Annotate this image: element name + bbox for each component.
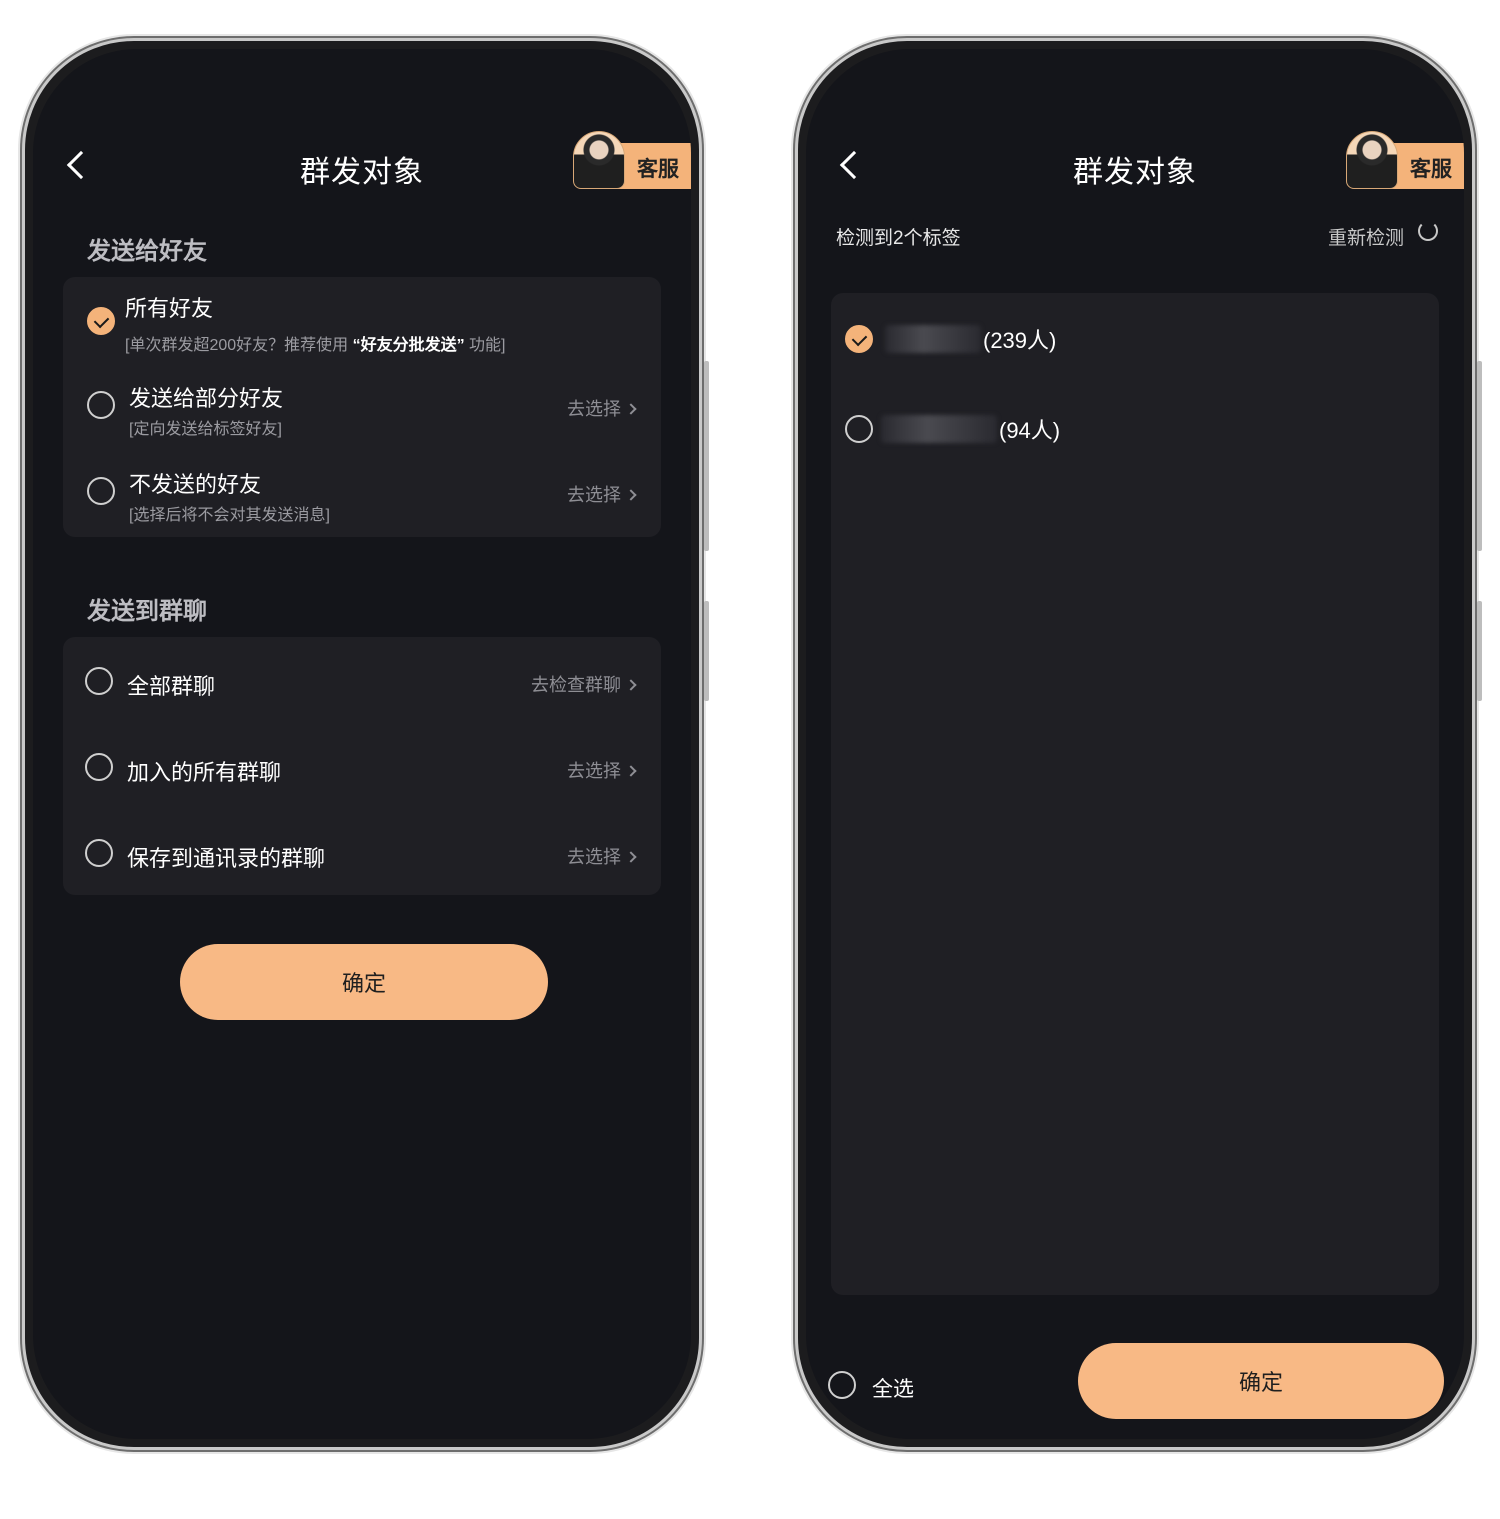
avatar [1346,131,1398,189]
side-button [1477,601,1482,701]
option-excluded-friends[interactable]: 不发送的好友 [选择后将不会对其发送消息] 去选择 [63,455,661,535]
radio-button[interactable] [828,1371,856,1399]
choose-link[interactable]: 去选择 [567,395,637,421]
tag-row[interactable]: (94人) [831,401,1439,461]
option-label: 全部群聊 [127,674,216,699]
chevron-right-icon [625,489,637,501]
choose-link[interactable]: 去选择 [567,481,637,507]
tag-list-card: (239人) (94人) [831,293,1439,1295]
phone-frame-right: 群发对象 客服 检测到2个标签 重新检测 (239人) (94人) 全选 确定 [795,38,1482,1450]
option-label: 不发送的好友 [129,472,262,497]
confirm-button[interactable]: 确定 [180,944,548,1020]
radio-button[interactable] [845,415,873,443]
radio-button[interactable] [87,391,115,419]
radio-button[interactable] [85,667,113,695]
select-all-label: 全选 [872,1378,914,1401]
detect-text: 检测到2个标签 [836,228,961,249]
option-label: 所有好友 [125,296,214,321]
radio-button[interactable] [85,753,113,781]
screen-right: 群发对象 客服 检测到2个标签 重新检测 (239人) (94人) 全选 确定 [806,49,1464,1439]
top-bar: 群发对象 客服 [33,131,691,201]
customer-service-button[interactable]: 客服 [1346,131,1464,189]
choose-link[interactable]: 去选择 [567,843,637,869]
side-button [704,361,709,551]
check-groups-link[interactable]: 去检查群聊 [531,671,637,697]
chevron-right-icon [625,851,637,863]
chevron-right-icon [625,403,637,415]
tag-name-redacted [885,325,981,353]
refresh-icon[interactable] [1418,221,1438,241]
select-all-control[interactable]: 全选 [826,1367,946,1403]
side-button [1477,361,1482,551]
chevron-right-icon [625,679,637,691]
option-hint: [定向发送给标签好友] [129,421,282,438]
option-label: 保存到通讯录的群聊 [127,846,326,871]
tag-count: (239人) [983,328,1057,353]
check-icon[interactable] [845,325,873,353]
redetect-button[interactable]: 重新检测 [1328,223,1404,250]
radio-button[interactable] [85,839,113,867]
option-some-friends[interactable]: 发送给部分好友 [定向发送给标签好友] 去选择 [63,369,661,449]
option-all-friends[interactable]: 所有好友 [单次群发超200好友？推荐使用 “好友分批发送” 功能] [63,277,661,357]
side-button [704,601,709,701]
option-saved-groups[interactable]: 保存到通讯录的群聊 去选择 [63,813,661,893]
choose-link[interactable]: 去选择 [567,757,637,783]
confirm-button[interactable]: 确定 [1078,1343,1444,1419]
option-label: 发送给部分好友 [129,386,284,411]
detect-bar: 检测到2个标签 重新检测 [836,215,1438,255]
customer-service-label: 客服 [637,158,679,181]
radio-button[interactable] [87,477,115,505]
section-title-groups: 发送到群聊 [87,598,207,625]
tag-count: (94人) [999,418,1061,443]
tag-name-redacted [881,415,997,443]
chevron-right-icon [625,765,637,777]
option-joined-groups[interactable]: 加入的所有群聊 去选择 [63,727,661,807]
avatar [573,131,625,189]
phone-frame-left: 群发对象 客服 发送给好友 所有好友 [单次群发超200好友？推荐使用 “好友分… [22,38,709,1450]
customer-service-label: 客服 [1410,158,1452,181]
top-bar: 群发对象 客服 [806,131,1464,201]
option-hint: [选择后将不会对其发送消息] [129,507,330,524]
tag-row[interactable]: (239人) [831,311,1439,371]
screen-left: 群发对象 客服 发送给好友 所有好友 [单次群发超200好友？推荐使用 “好友分… [33,49,691,1439]
option-all-groups[interactable]: 全部群聊 去检查群聊 [63,641,661,721]
section-title-friends: 发送给好友 [87,238,207,265]
check-icon[interactable] [87,307,115,335]
friends-card: 所有好友 [单次群发超200好友？推荐使用 “好友分批发送” 功能] 发送给部分… [63,277,661,537]
option-hint: [单次群发超200好友？推荐使用 “好友分批发送” 功能] [125,337,506,354]
option-label: 加入的所有群聊 [127,760,282,785]
customer-service-button[interactable]: 客服 [573,131,691,189]
groups-card: 全部群聊 去检查群聊 加入的所有群聊 去选择 保存到通讯录的群聊 去选择 [63,637,661,895]
